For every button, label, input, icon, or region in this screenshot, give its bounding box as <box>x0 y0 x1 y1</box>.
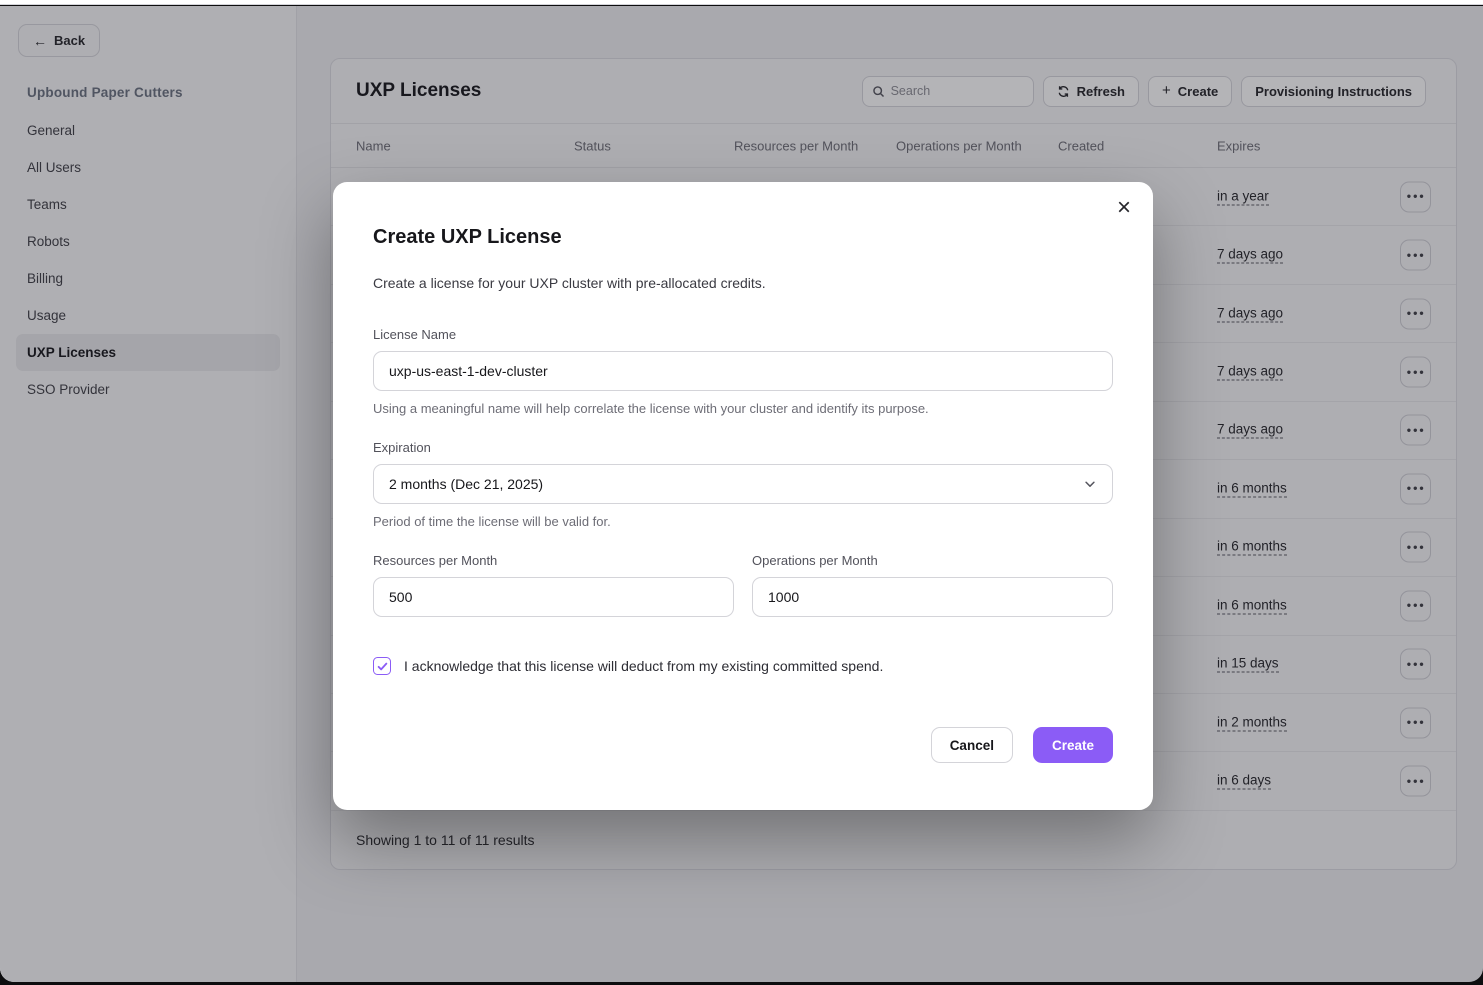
expiration-value: 2 months (Dec 21, 2025) <box>389 476 543 492</box>
screen: ← Back Upbound Paper Cutters General All… <box>0 0 1483 985</box>
acknowledge-label: I acknowledge that this license will ded… <box>404 658 883 674</box>
resources-label: Resources per Month <box>373 553 734 568</box>
resources-input[interactable] <box>373 577 734 617</box>
license-name-label: License Name <box>373 327 1113 342</box>
modal-title: Create UXP License <box>373 226 1113 249</box>
acknowledge-checkbox[interactable] <box>373 657 391 675</box>
operations-input[interactable] <box>752 577 1113 617</box>
close-icon[interactable]: × <box>1117 196 1131 220</box>
license-name-input[interactable] <box>373 351 1113 391</box>
modal-description: Create a license for your UXP cluster wi… <box>373 275 1113 291</box>
resources-field: Resources per Month <box>373 553 734 617</box>
cancel-button[interactable]: Cancel <box>931 727 1013 763</box>
operations-field: Operations per Month <box>752 553 1113 617</box>
expiration-help: Period of time the license will be valid… <box>373 514 1113 529</box>
acknowledge-row: I acknowledge that this license will ded… <box>373 657 1113 675</box>
expiration-label: Expiration <box>373 440 1113 455</box>
operations-label: Operations per Month <box>752 553 1113 568</box>
modal-actions: Cancel Create <box>373 727 1113 763</box>
limits-row: Resources per Month Operations per Month <box>373 553 1113 617</box>
check-icon <box>377 661 388 672</box>
license-name-help: Using a meaningful name will help correl… <box>373 401 1113 416</box>
chevron-down-icon <box>1083 477 1097 491</box>
create-uxp-license-modal: × Create UXP License Create a license fo… <box>333 182 1153 810</box>
window-top-strip <box>0 0 1483 5</box>
modal-create-button[interactable]: Create <box>1033 727 1113 763</box>
expiration-select[interactable]: 2 months (Dec 21, 2025) <box>373 464 1113 504</box>
